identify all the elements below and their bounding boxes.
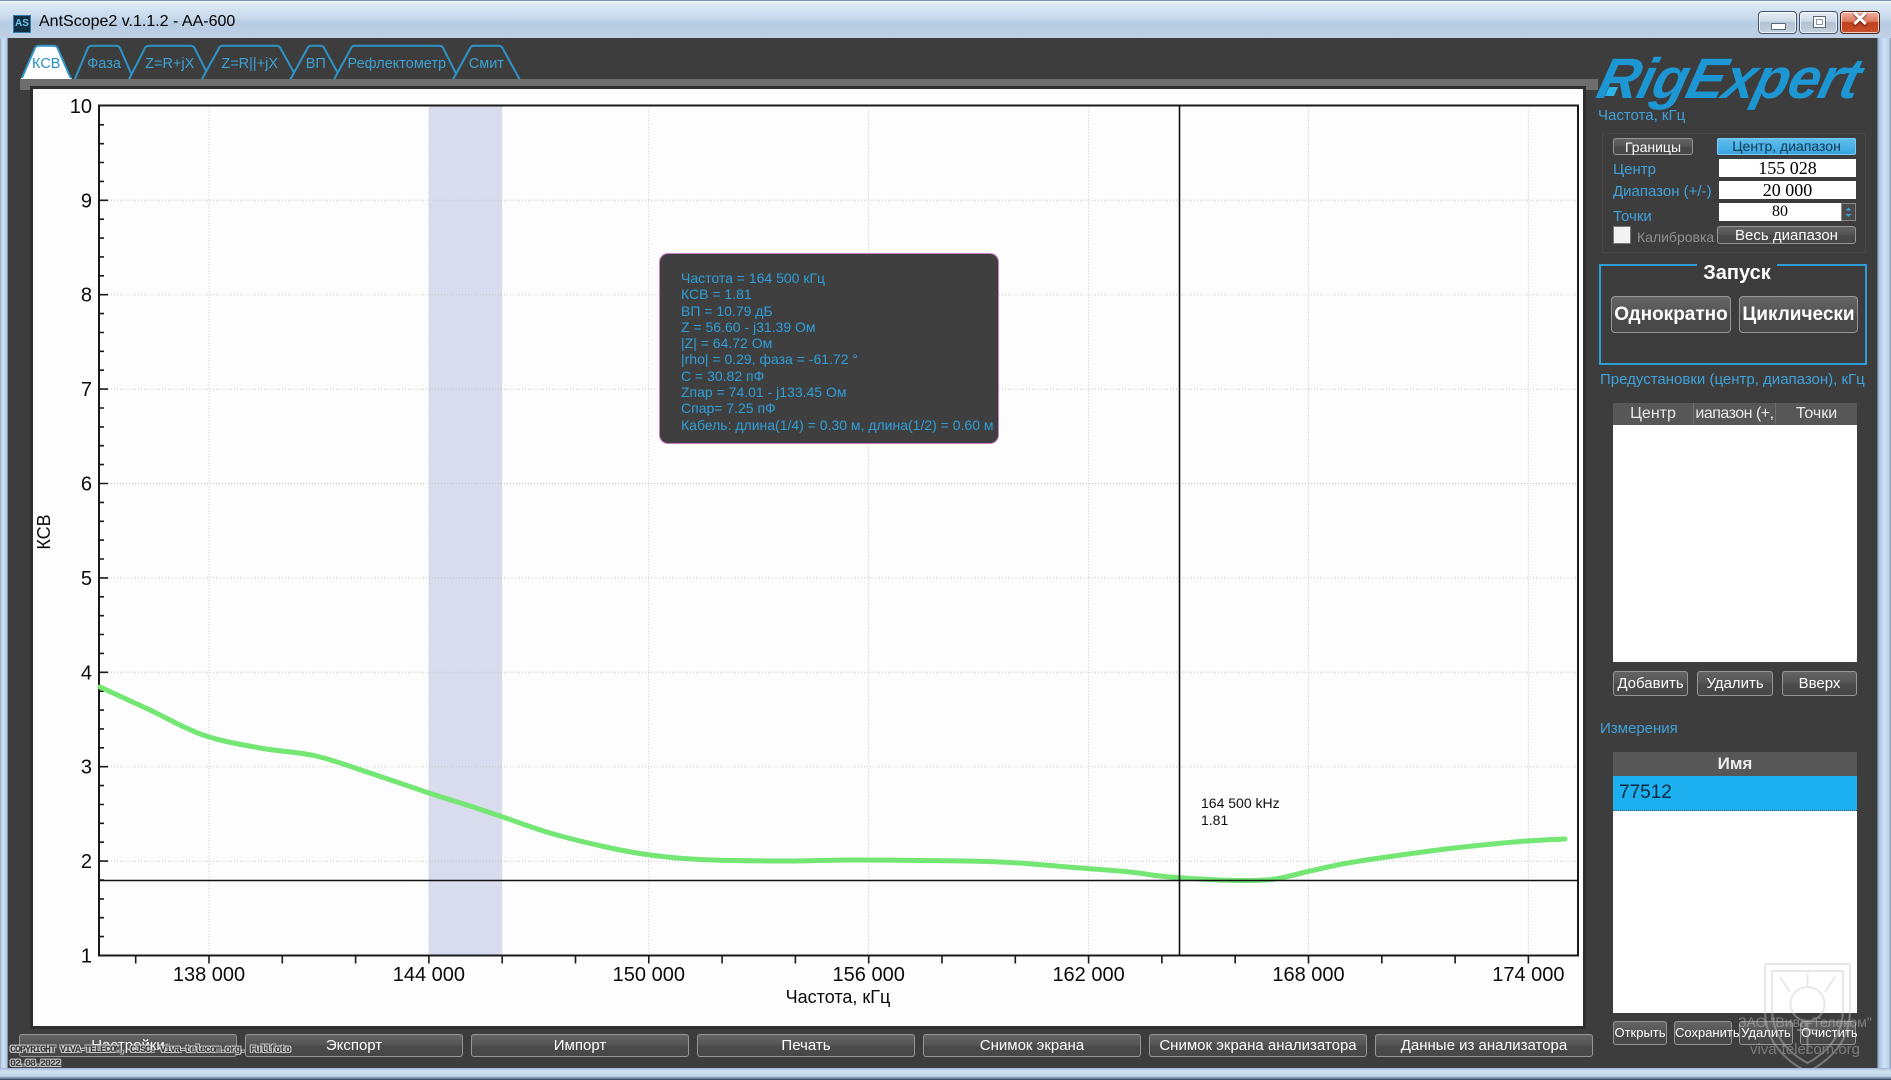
- svg-text:ВП: ВП: [306, 56, 326, 72]
- svg-text:1: 1: [81, 946, 92, 968]
- svg-text:Рефлектометр: Рефлектометр: [348, 56, 447, 72]
- svg-text:9: 9: [81, 190, 92, 212]
- svg-text:3: 3: [81, 757, 92, 779]
- svg-text:viva-telecom.org: viva-telecom.org: [1750, 1041, 1860, 1058]
- svg-text:5: 5: [81, 568, 92, 590]
- svg-text:10: 10: [70, 96, 92, 118]
- svg-text:168 000: 168 000: [1272, 964, 1344, 986]
- svg-text:162 000: 162 000: [1052, 964, 1124, 986]
- svg-text:7: 7: [81, 379, 92, 401]
- svg-text:Фаза: Фаза: [87, 56, 122, 72]
- svg-text:ЗАО "Вива-Телеком": ЗАО "Вива-Телеком": [1738, 1014, 1872, 1030]
- svg-text:138 000: 138 000: [173, 964, 245, 986]
- svg-text:4: 4: [81, 662, 92, 684]
- svg-text:144 000: 144 000: [393, 964, 465, 986]
- svg-text:КСВ: КСВ: [34, 514, 54, 549]
- svg-text:Смит: Смит: [469, 56, 505, 72]
- svg-text:156 000: 156 000: [833, 964, 905, 986]
- svg-text:150 000: 150 000: [613, 964, 685, 986]
- svg-text:2: 2: [81, 851, 92, 873]
- svg-text:Z=R||+jX: Z=R||+jX: [221, 56, 278, 72]
- svg-text:8: 8: [81, 285, 92, 307]
- svg-text:174 000: 174 000: [1492, 964, 1564, 986]
- svg-text:Z=R+jX: Z=R+jX: [145, 56, 194, 72]
- svg-text:Частота, кГц: Частота, кГц: [786, 987, 891, 1007]
- svg-text:КСВ: КСВ: [32, 56, 60, 72]
- svg-text:RigExpert: RigExpert: [1593, 48, 1871, 110]
- svg-text:6: 6: [81, 474, 92, 496]
